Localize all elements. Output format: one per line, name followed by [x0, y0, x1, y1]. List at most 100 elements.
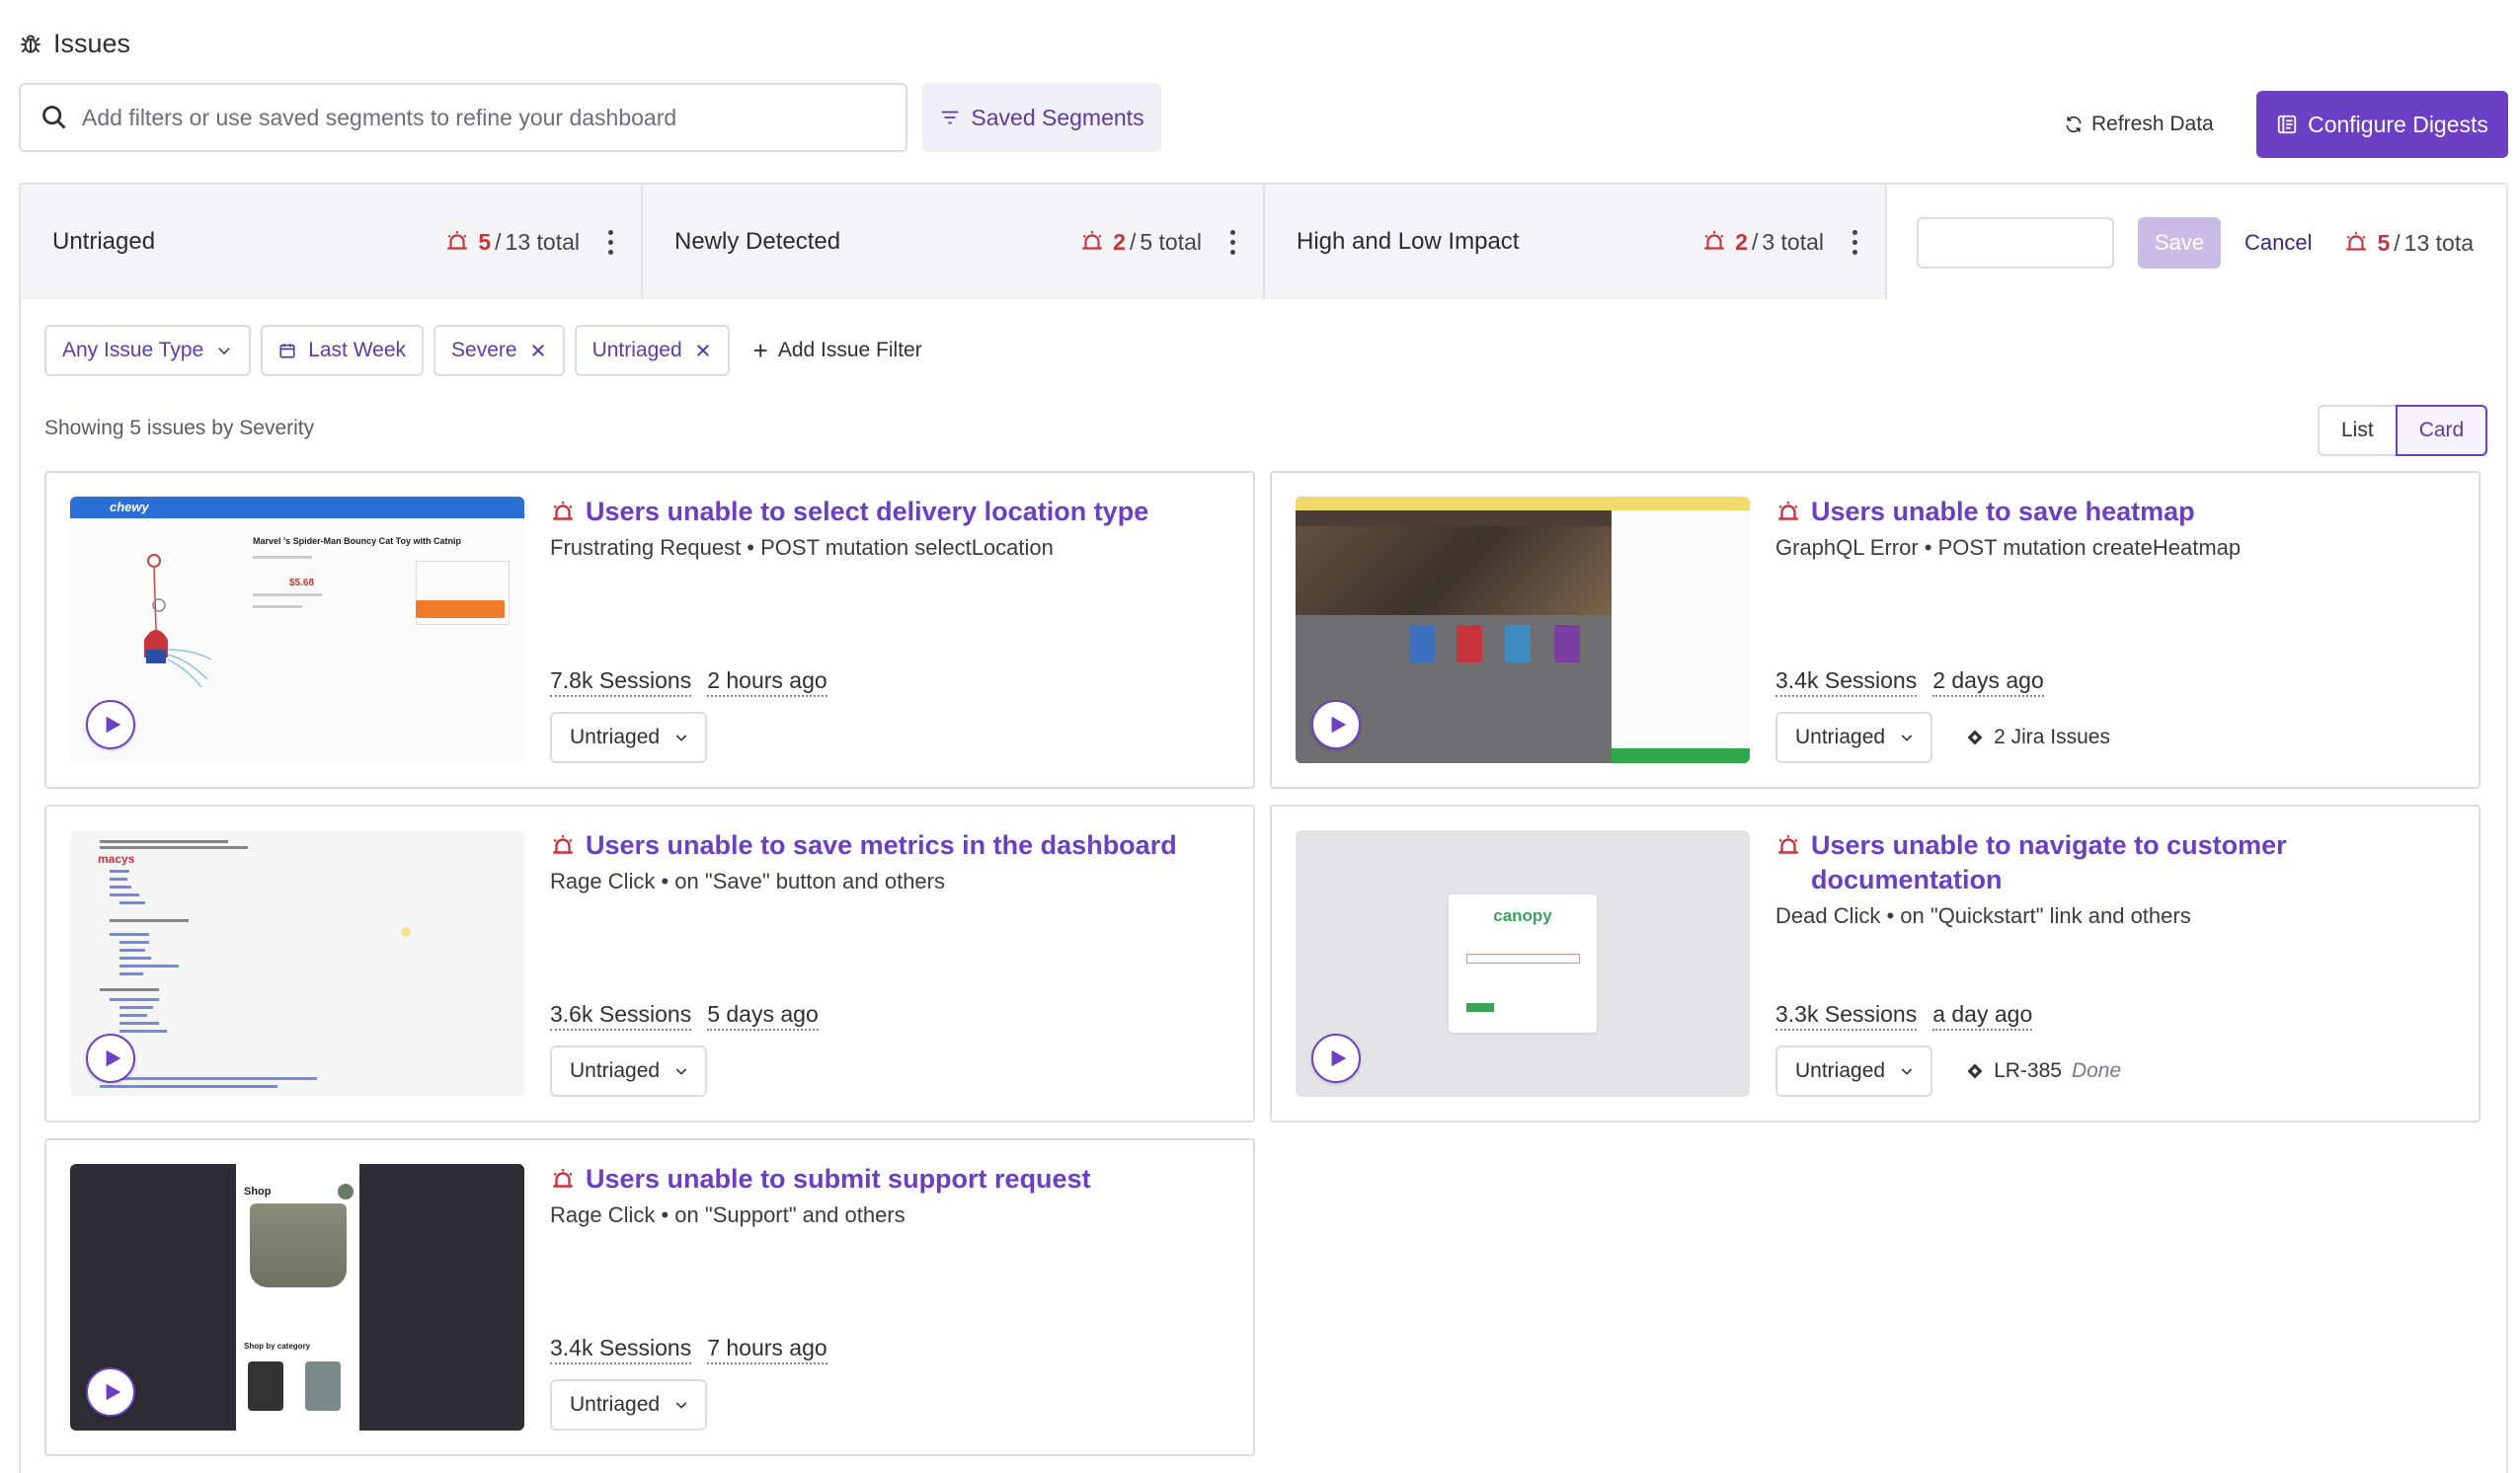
cancel-segment-button[interactable]: Cancel [2244, 230, 2312, 256]
segment-menu-kebab-icon[interactable] [601, 222, 619, 262]
segment-total: 13 total [505, 228, 580, 255]
alarm-icon [1778, 502, 1798, 520]
issue-title[interactable]: Users unable to select delivery location… [550, 495, 1233, 529]
alarm-icon [553, 1169, 573, 1188]
issue-title[interactable]: Users unable to save heatmap [1775, 495, 2459, 529]
save-segment-button[interactable]: Save [2138, 217, 2221, 269]
session-count: 3.4k Sessions [1775, 667, 1918, 697]
last-seen: 2 hours ago [707, 667, 827, 697]
chevron-down-icon [675, 1402, 687, 1409]
issue-subtitle: Rage Click • on "Save" button and others [550, 869, 945, 893]
status-value: Untriaged [1795, 1059, 1886, 1082]
refresh-icon [2066, 116, 2082, 133]
session-thumbnail[interactable] [1296, 497, 1750, 763]
alarm-icon [1082, 231, 1102, 250]
issue-card[interactable]: chewy Marvel 's Spider-Man Bouncy Cat To… [44, 471, 1255, 789]
issue-title-text: Users unable to submit support request [586, 1164, 1091, 1194]
add-issue-filter-button[interactable]: + Add Issue Filter [753, 338, 922, 363]
issue-actions: Untriaged [550, 1046, 708, 1097]
alarm-icon [447, 231, 468, 250]
segment-count-value: 2 [1735, 228, 1748, 255]
close-icon[interactable] [529, 342, 547, 359]
session-thumbnail[interactable]: chewy Marvel 's Spider-Man Bouncy Cat To… [70, 497, 524, 763]
segment-count-sep: / [1751, 228, 1759, 255]
issue-stats: 3.3k Sessions a day ago [1775, 1001, 2033, 1031]
play-session-button[interactable] [86, 700, 135, 749]
issue-type-filter[interactable]: Any Issue Type [44, 325, 252, 376]
segment-tab-newly-detected[interactable]: Newly Detected 2 / 5 total [643, 185, 1265, 299]
play-session-button[interactable] [86, 1034, 135, 1083]
issue-title[interactable]: Users unable to navigate to customer doc… [1775, 828, 2459, 897]
thumbnail-logo: macys [98, 852, 135, 866]
issue-title-text: Users unable to save metrics in the dash… [586, 830, 1177, 860]
play-session-button[interactable] [86, 1367, 135, 1417]
jira-issues-link[interactable]: 2 Jira Issues [1966, 726, 2110, 749]
severity-filter[interactable]: Severe [433, 325, 565, 376]
status-dropdown[interactable]: Untriaged [550, 1046, 708, 1097]
saved-segments-label: Saved Segments [971, 104, 1144, 130]
issue-card-body: Users unable to save metrics in the dash… [550, 828, 1233, 1101]
configure-digests-button[interactable]: Configure Digests [2256, 91, 2508, 158]
segment-tab-untriaged[interactable]: Untriaged 5 / 13 total [21, 185, 643, 299]
issue-title[interactable]: Users unable to save metrics in the dash… [550, 828, 1233, 863]
status-dropdown[interactable]: Untriaged [1775, 712, 1933, 763]
last-seen: 5 days ago [707, 1001, 819, 1031]
alarm-icon [1704, 231, 1724, 250]
refresh-label: Refresh Data [2091, 113, 2214, 135]
search-icon [42, 106, 66, 129]
refresh-data-button[interactable]: Refresh Data [2064, 105, 2214, 144]
issue-stats: 3.4k Sessions 2 days ago [1775, 667, 2044, 697]
status-dropdown[interactable]: Untriaged [550, 712, 708, 763]
list-view-button[interactable]: List [2318, 405, 2396, 456]
status-dropdown[interactable]: Untriaged [550, 1379, 708, 1431]
issue-title[interactable]: Users unable to submit support request [550, 1162, 1233, 1197]
issue-card-body: Users unable to select delivery location… [550, 495, 1233, 767]
card-view-button[interactable]: Card [2395, 405, 2488, 456]
segment-menu-kebab-icon[interactable] [1223, 222, 1241, 262]
last-seen: a day ago [1932, 1001, 2033, 1031]
calendar-icon [279, 344, 295, 358]
search-box[interactable] [19, 83, 907, 152]
thumbnail-shop-title: Shop [244, 1186, 272, 1198]
play-session-button[interactable] [1311, 700, 1361, 749]
thumbnail-price: $5.68 [289, 578, 315, 588]
issue-title-text: Users unable to save heatmap [1811, 497, 2195, 526]
linked-ticket[interactable]: LR-385 Done [1966, 1059, 2121, 1083]
severity-label: Severe [451, 339, 517, 361]
play-icon [106, 1049, 121, 1067]
status-dropdown[interactable]: Untriaged [1775, 1046, 1933, 1097]
close-icon[interactable] [694, 342, 712, 359]
segment-count-sep: / [2394, 229, 2401, 256]
page-title-text: Issues [53, 28, 131, 58]
issue-card-body: Users unable to save heatmap GraphQL Err… [1775, 495, 2459, 767]
segment-menu-kebab-icon[interactable] [1846, 222, 1863, 262]
last-seen: 7 hours ago [707, 1335, 827, 1364]
issue-card[interactable]: Shop Shop by category Users unable to su… [44, 1138, 1255, 1456]
segment-name-input[interactable] [1917, 217, 2114, 269]
session-thumbnail[interactable]: macys [70, 830, 524, 1097]
segments-bar: Untriaged 5 / 13 total Newly Detected 2 … [19, 183, 2508, 299]
issue-subtitle: GraphQL Error • POST mutation createHeat… [1775, 535, 2242, 560]
segment-tab-high-low-impact[interactable]: High and Low Impact 2 / 3 total [1265, 185, 1887, 299]
session-thumbnail[interactable]: Shop Shop by category [70, 1164, 524, 1431]
issue-stats: 3.4k Sessions 7 hours ago [550, 1335, 827, 1364]
segment-count-value: 5 [478, 228, 492, 255]
configure-label: Configure Digests [2308, 111, 2488, 137]
issue-card[interactable]: canopy Users unable to navigate to custo… [1270, 805, 2481, 1123]
issue-card[interactable]: macys Users unable to save metrics in th… [44, 805, 1255, 1123]
search-input[interactable] [82, 98, 906, 137]
issue-actions: Untriaged 2 Jira Issues [1775, 712, 2110, 763]
thumbnail-shop-category: Shop by category [244, 1342, 311, 1351]
session-thumbnail[interactable]: canopy [1296, 830, 1750, 1097]
issue-stats: 7.8k Sessions 2 hours ago [550, 667, 827, 697]
alarm-icon [1778, 835, 1798, 854]
status-filter[interactable]: Untriaged [574, 325, 730, 376]
segment-total: 5 total [1140, 228, 1202, 255]
issue-card[interactable]: Users unable to save heatmap GraphQL Err… [1270, 471, 2481, 789]
thumbnail-brand: canopy [1493, 906, 1552, 925]
saved-segments-button[interactable]: Saved Segments [922, 83, 1161, 152]
last-seen: 2 days ago [1932, 667, 2044, 697]
issue-stats: 3.6k Sessions 5 days ago [550, 1001, 819, 1031]
play-session-button[interactable] [1311, 1034, 1361, 1083]
date-range-filter[interactable]: Last Week [261, 325, 425, 376]
